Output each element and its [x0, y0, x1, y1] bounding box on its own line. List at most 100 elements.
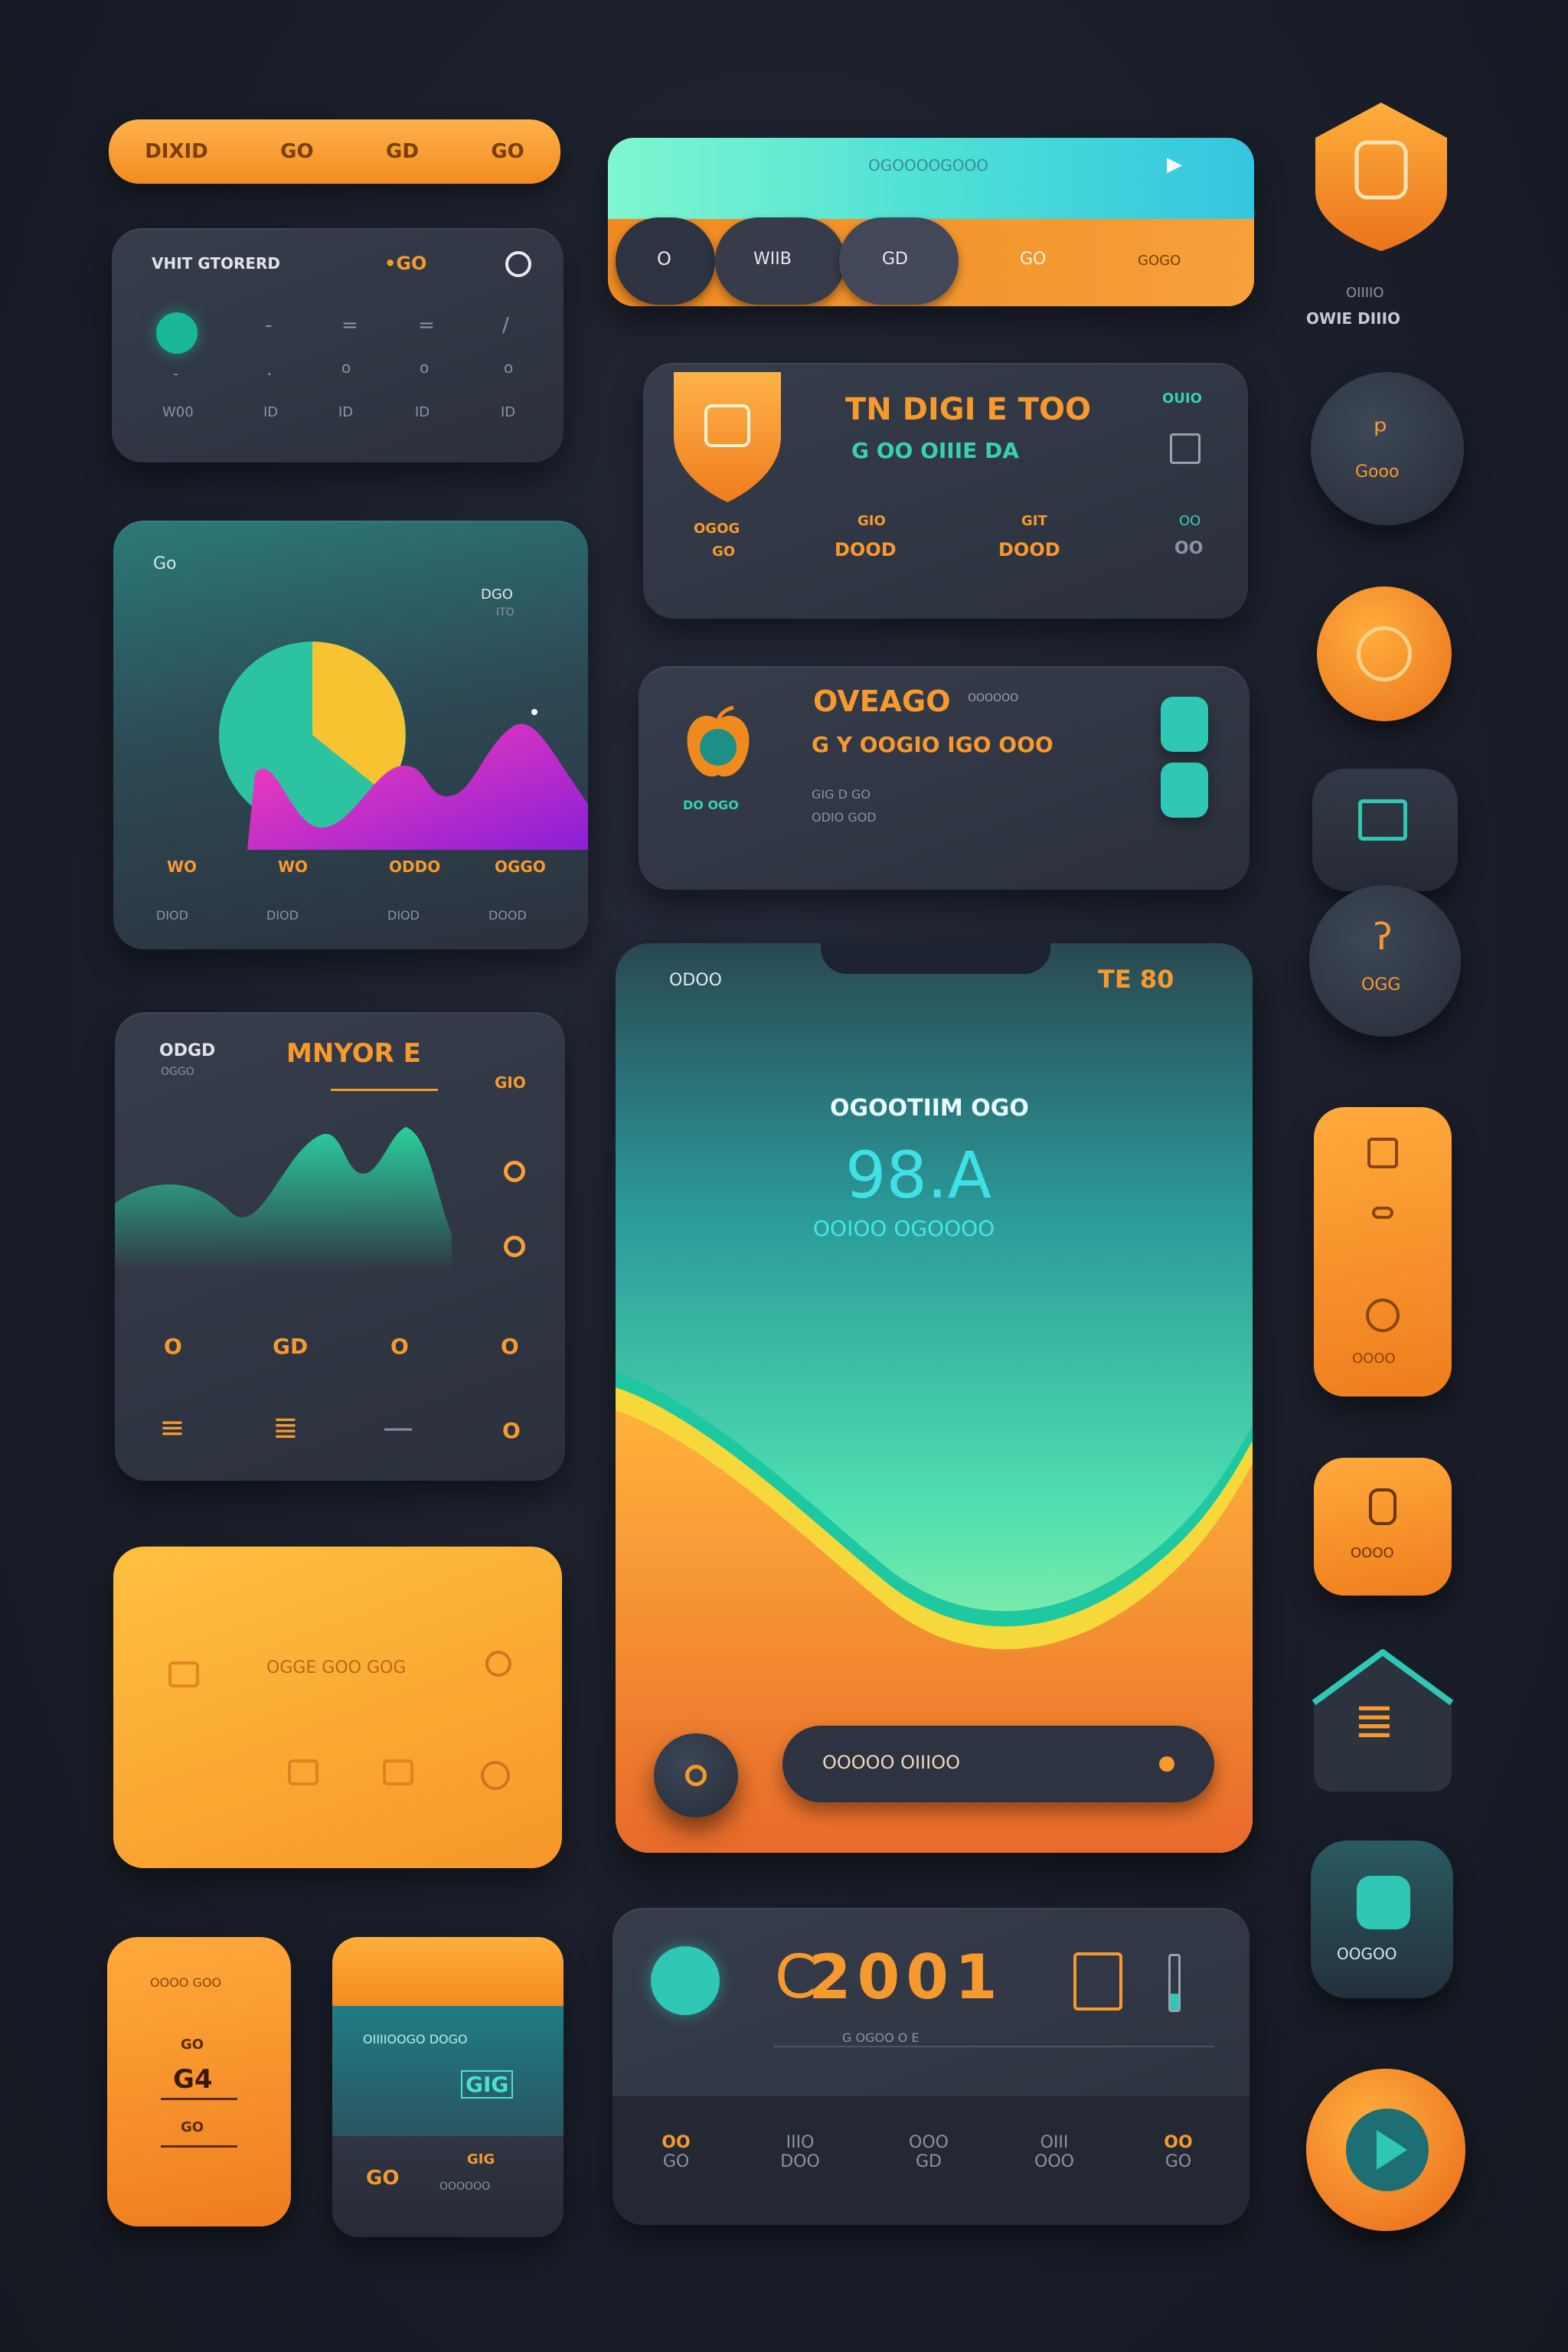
- phone-caption: OOIOO OGOOOO: [813, 1216, 995, 1241]
- pin-icon: ʔ: [1374, 916, 1393, 959]
- apple-icon: [687, 705, 750, 777]
- hero-bar: OGOOOOGOOO ▶ O WIIB GD GO GOGO: [608, 138, 1254, 306]
- hero-tab[interactable]: GD: [839, 217, 959, 305]
- split-footer-sub: OOOOOO: [439, 2180, 491, 2193]
- phone-search-bar[interactable]: OOOOO OIIIOO: [782, 1726, 1214, 1802]
- menu-icon[interactable]: ≡: [159, 1410, 185, 1446]
- chat-tile[interactable]: OOGOO: [1311, 1841, 1453, 1998]
- orange-panel: OGGE GOO GOG: [113, 1547, 562, 1868]
- badge-caption: OWIE DIIIO: [1306, 309, 1401, 328]
- shield-card: TN DIGI E TOO G OO OIIIE DA OUIO OGOG GO…: [643, 363, 1248, 619]
- dock-item-icon: OOO: [909, 2133, 949, 2152]
- wave-side-icon[interactable]: [504, 1161, 525, 1182]
- orange-round-button[interactable]: [1317, 586, 1452, 721]
- hero-gradient: OGOOOOGOOO ▶: [608, 138, 1254, 219]
- home-ring-icon: [685, 1765, 707, 1786]
- chart-card: Go DGO ITO WO WO ODDO OGGO DIOD DIOD DIO…: [113, 521, 588, 949]
- chart-label: WO: [278, 858, 309, 876]
- hero-tab-label[interactable]: GO: [1020, 250, 1046, 269]
- wave-row-icon[interactable]: O: [390, 1334, 409, 1359]
- key-button[interactable]: ᵖ Gooo: [1311, 372, 1464, 525]
- nav-item[interactable]: DIXID: [145, 140, 208, 163]
- orange-panel-icon[interactable]: [288, 1759, 318, 1785]
- stats-col: ID: [415, 404, 430, 420]
- phone-home-button[interactable]: [654, 1733, 738, 1818]
- dock-item[interactable]: OO GO: [634, 2133, 718, 2171]
- dock-item-label: GO: [1165, 2152, 1192, 2171]
- orange-panel-icon[interactable]: [383, 1759, 413, 1785]
- key-icon: ᵖ: [1374, 412, 1388, 451]
- title-underline: [331, 1089, 438, 1091]
- chart-label: DIOD: [266, 908, 299, 923]
- task-card-meta: ODIO GOD: [812, 810, 877, 825]
- task-card-tag: DO OGO: [683, 798, 739, 812]
- tile-icon: [1372, 1207, 1393, 1219]
- split-card: OIIIIOOGO DOGO GIG GO GIG OOOOOO: [332, 1937, 564, 2237]
- stats-card-title: VHIT GTORERD: [152, 254, 281, 273]
- hero-tab[interactable]: WIIB: [715, 217, 845, 305]
- nav-item[interactable]: GO: [280, 140, 313, 163]
- dock-item[interactable]: OO GO: [1136, 2133, 1220, 2171]
- orange-panel-icon[interactable]: [485, 1651, 511, 1677]
- dock-item-label: GO: [662, 2152, 690, 2171]
- status-dot-icon: [156, 312, 198, 354]
- stats-col: -: [265, 314, 273, 337]
- divider-icon: —: [383, 1410, 413, 1446]
- wave-row-icon[interactable]: O: [164, 1334, 182, 1359]
- split-bottom: GO GIG OOOOOO: [332, 2136, 564, 2237]
- hero-tab-label[interactable]: GOGO: [1138, 253, 1181, 269]
- task-action-button[interactable]: [1161, 697, 1208, 752]
- pin-button[interactable]: ʔ OGG: [1309, 885, 1461, 1037]
- split-footer-right: GIG: [467, 2151, 495, 2167]
- play-icon: [1346, 2109, 1429, 2191]
- task-action-button[interactable]: [1161, 763, 1208, 818]
- nav-item[interactable]: GO: [491, 140, 524, 163]
- wave-row-icon[interactable]: O: [501, 1334, 519, 1359]
- dock-item[interactable]: IIIO DOO: [758, 2133, 842, 2171]
- play-small-icon[interactable]: ▶: [1167, 153, 1182, 176]
- home-tile[interactable]: ≣: [1311, 1649, 1455, 1795]
- wave-left-title: ODGD: [159, 1041, 216, 1060]
- chart-label: WO: [167, 858, 198, 876]
- settings-icon[interactable]: [505, 251, 531, 277]
- split-card-title: OIIIIOOGO DOGO: [363, 2032, 468, 2047]
- hero-tab-label: WIIB: [753, 250, 792, 269]
- list-icon[interactable]: ≣: [273, 1410, 299, 1446]
- chart-label: DIOD: [387, 908, 420, 923]
- task-card: OVEAGO OOOOOO G Y OOGIO IGO OOO DO OGO G…: [639, 666, 1250, 890]
- shield-icon: [674, 372, 781, 502]
- score-progress: [1168, 1954, 1181, 2012]
- stats-card-value: •GO: [384, 253, 427, 274]
- hero-tab[interactable]: O: [616, 217, 715, 305]
- badge-shield-icon[interactable]: [1309, 100, 1453, 253]
- wave-side-icon[interactable]: [504, 1236, 525, 1257]
- orange-panel-icon[interactable]: [481, 1761, 510, 1790]
- wave-bottom-icon[interactable]: O: [502, 1418, 521, 1443]
- shield-col-top: GIO: [858, 513, 886, 529]
- stats-col: ID: [501, 404, 516, 420]
- badge-caption-top: OIIIIO: [1346, 285, 1384, 301]
- phone-notch: [821, 943, 1050, 974]
- score-avatar[interactable]: [651, 1946, 720, 2015]
- dock-item[interactable]: OOO GD: [887, 2133, 971, 2171]
- dock-item-label: GD: [916, 2152, 942, 2171]
- task-card-line: G Y OOGIO IGO OOO: [812, 732, 1054, 757]
- tall-orange-tile[interactable]: OOOO: [1314, 1107, 1452, 1396]
- qr-icon[interactable]: [1170, 433, 1200, 464]
- dock-item-icon: IIIO: [786, 2133, 815, 2152]
- hero-title: OGOOOOGOOO: [868, 156, 988, 175]
- tile-icon: [1366, 1298, 1400, 1332]
- score-sub: G OGOO O E: [842, 2030, 920, 2045]
- orange-panel-icon[interactable]: [168, 1661, 199, 1687]
- dock-item[interactable]: OIII OOO: [1012, 2133, 1096, 2171]
- list-lines-icon: ≣: [1354, 1693, 1395, 1749]
- stats-col: ID: [338, 404, 354, 420]
- task-card-meta: GIG D GO: [812, 787, 871, 802]
- play-button[interactable]: [1306, 2069, 1465, 2231]
- nav-item[interactable]: GD: [386, 140, 419, 163]
- wave-right-title: GIO: [495, 1073, 526, 1092]
- score-input-box[interactable]: [1073, 1952, 1122, 2011]
- wave-row-icon[interactable]: GD: [273, 1334, 308, 1359]
- orange-square-tile[interactable]: OOOO: [1314, 1458, 1452, 1596]
- shield-col-top: OGOG: [694, 521, 740, 537]
